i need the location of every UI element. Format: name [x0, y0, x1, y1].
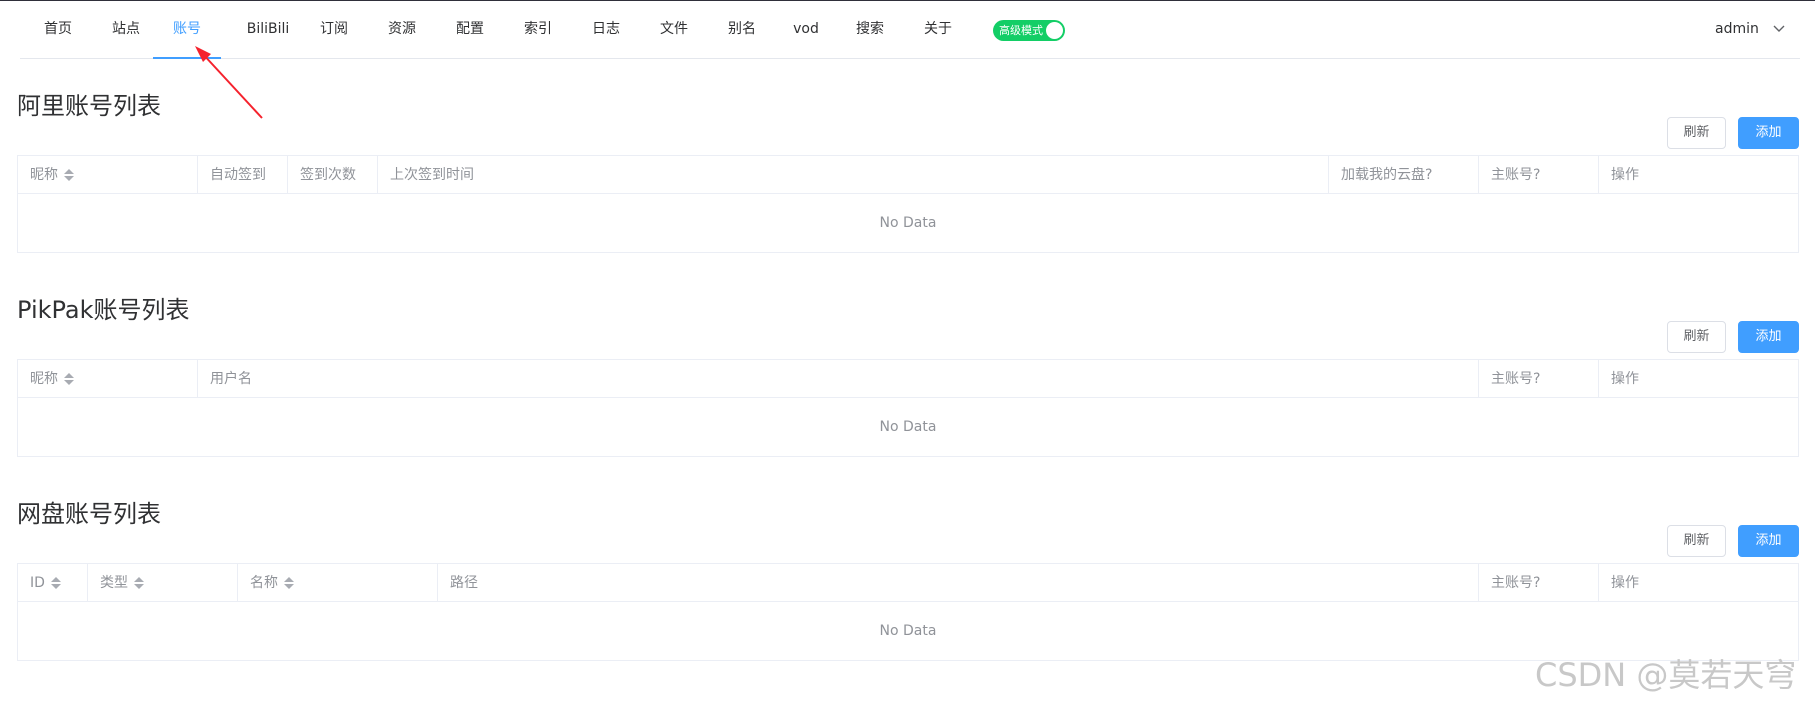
column-label: 昵称	[30, 167, 58, 183]
table-header: ID 类型 名称 路径 主账号? 操作	[18, 564, 1798, 602]
column-header-actions: 操作	[1599, 360, 1798, 398]
column-header-nickname[interactable]: 昵称	[18, 156, 198, 194]
advanced-mode-label: 高级模式	[999, 24, 1043, 37]
table-header: 昵称 自动签到 签到次数 上次签到时间 加载我的云盘? 主账号? 操作	[18, 156, 1798, 194]
column-label: 名称	[250, 575, 278, 591]
toggle-knob	[1046, 22, 1063, 39]
pikpak-accounts-table: 昵称 用户名 主账号? 操作 No Data	[17, 359, 1799, 457]
nav-item-search[interactable]: 搜索	[844, 1, 896, 59]
column-header-primary: 主账号?	[1479, 156, 1599, 194]
refresh-button[interactable]: 刷新	[1667, 321, 1726, 353]
watermark: CSDN @莫若天穹	[1535, 656, 1797, 694]
section-title: PikPak账号列表	[17, 296, 190, 324]
sort-icon[interactable]	[64, 168, 74, 182]
column-label: 类型	[100, 575, 128, 591]
column-label: 路径	[450, 575, 478, 591]
nav-item-index[interactable]: 索引	[512, 1, 564, 59]
nav-item-about[interactable]: 关于	[912, 1, 964, 59]
sort-icon[interactable]	[64, 372, 74, 386]
column-label: 昵称	[30, 371, 58, 387]
column-label: 上次签到时间	[390, 167, 474, 183]
column-header-path: 路径	[438, 564, 1479, 602]
aliyun-accounts-section: 阿里账号列表 刷新 添加 昵称 自动签到 签到次数 上次签到时间 加载我的云盘?…	[17, 86, 1799, 256]
column-label: 加载我的云盘?	[1341, 167, 1433, 183]
netdisk-accounts-table: ID 类型 名称 路径 主账号? 操作 No Data	[17, 563, 1799, 661]
nav-item-logs[interactable]: 日志	[580, 1, 632, 59]
empty-state: No Data	[879, 419, 937, 435]
netdisk-accounts-section: 网盘账号列表 刷新 添加 ID 类型 名称 路径 主账号? 操作 No Data	[17, 494, 1799, 664]
column-header-nickname[interactable]: 昵称	[18, 360, 198, 398]
column-header-name[interactable]: 名称	[238, 564, 438, 602]
sort-icon[interactable]	[284, 576, 294, 590]
table-header: 昵称 用户名 主账号? 操作	[18, 360, 1798, 398]
column-label: 操作	[1611, 575, 1639, 591]
empty-state: No Data	[879, 215, 937, 231]
column-header-load-drive: 加载我的云盘?	[1329, 156, 1479, 194]
column-label: 主账号?	[1491, 575, 1541, 591]
column-header-last-checkin: 上次签到时间	[378, 156, 1329, 194]
advanced-mode-toggle[interactable]: 高级模式	[993, 20, 1065, 41]
nav-item-bilibili[interactable]: BiliBili	[233, 1, 303, 59]
column-label: 操作	[1611, 167, 1639, 183]
column-label: 主账号?	[1491, 371, 1541, 387]
column-label: ID	[30, 575, 45, 591]
column-header-actions: 操作	[1599, 564, 1798, 602]
column-label: 签到次数	[300, 167, 356, 183]
column-header-username: 用户名	[198, 360, 1479, 398]
nav-item-resources[interactable]: 资源	[376, 1, 428, 59]
column-label: 自动签到	[210, 167, 266, 183]
pikpak-accounts-section: PikPak账号列表 刷新 添加 昵称 用户名 主账号? 操作 No Data	[17, 290, 1799, 460]
add-button[interactable]: 添加	[1738, 117, 1799, 149]
nav-item-vod[interactable]: vod	[780, 1, 832, 59]
user-name: admin	[1715, 21, 1759, 37]
nav-item-accounts[interactable]: 账号	[153, 1, 221, 59]
section-title: 阿里账号列表	[17, 92, 161, 120]
nav-item-subscriptions[interactable]: 订阅	[308, 1, 360, 59]
aliyun-accounts-table: 昵称 自动签到 签到次数 上次签到时间 加载我的云盘? 主账号? 操作 No D…	[17, 155, 1799, 253]
nav-item-sites[interactable]: 站点	[100, 1, 152, 59]
nav-item-alias[interactable]: 别名	[716, 1, 768, 59]
section-title: 网盘账号列表	[17, 500, 161, 528]
sort-icon[interactable]	[134, 576, 144, 590]
column-header-primary: 主账号?	[1479, 564, 1599, 602]
column-label: 主账号?	[1491, 167, 1541, 183]
column-label: 操作	[1611, 371, 1639, 387]
refresh-button[interactable]: 刷新	[1667, 525, 1726, 557]
column-label: 用户名	[210, 371, 252, 387]
sort-icon[interactable]	[50, 576, 61, 590]
nav-item-home[interactable]: 首页	[32, 1, 84, 59]
empty-state: No Data	[879, 623, 937, 639]
column-header-type[interactable]: 类型	[88, 564, 238, 602]
add-button[interactable]: 添加	[1738, 321, 1799, 353]
add-button[interactable]: 添加	[1738, 525, 1799, 557]
column-header-id[interactable]: ID	[18, 564, 88, 602]
top-nav: 首页 站点 账号 BiliBili 订阅 资源 配置 索引 日志 文件 别名 v…	[20, 1, 1800, 59]
column-header-checkin-count: 签到次数	[288, 156, 378, 194]
column-header-actions: 操作	[1599, 156, 1798, 194]
refresh-button[interactable]: 刷新	[1667, 117, 1726, 149]
column-header-auto-checkin: 自动签到	[198, 156, 288, 194]
column-header-primary: 主账号?	[1479, 360, 1599, 398]
chevron-down-icon	[1773, 1, 1785, 57]
user-menu[interactable]: admin	[1715, 1, 1785, 59]
nav-item-files[interactable]: 文件	[648, 1, 700, 59]
nav-item-config[interactable]: 配置	[444, 1, 496, 59]
